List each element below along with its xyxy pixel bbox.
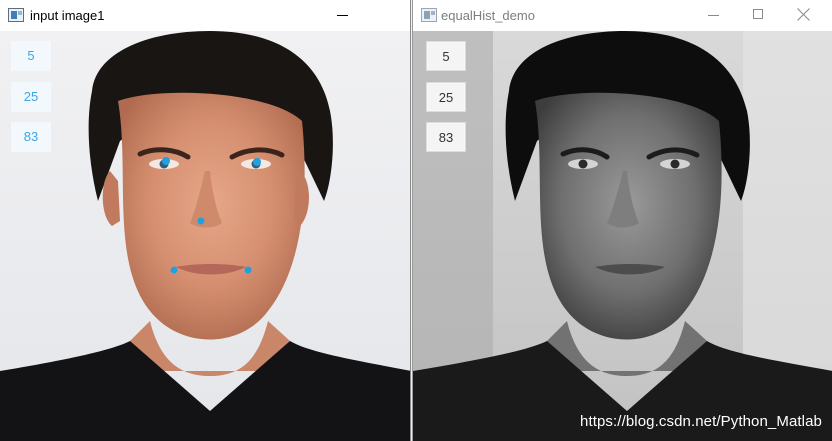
value-box: 5 bbox=[426, 41, 466, 71]
face-photo bbox=[0, 31, 410, 441]
maximize-button[interactable] bbox=[735, 0, 781, 31]
close-icon bbox=[797, 8, 810, 21]
value-box: 25 bbox=[426, 82, 466, 112]
maximize-icon bbox=[753, 9, 763, 19]
value-box: 5 bbox=[11, 41, 51, 71]
minimize-button[interactable] bbox=[691, 0, 737, 31]
minimize-icon bbox=[708, 15, 719, 16]
value-box: 25 bbox=[11, 82, 51, 112]
value-box: 83 bbox=[11, 122, 51, 152]
close-button[interactable] bbox=[780, 0, 826, 31]
equalized-face-photo bbox=[413, 31, 832, 441]
image-canvas: 5 25 83 bbox=[413, 31, 832, 441]
titlebar[interactable]: input image1 bbox=[0, 0, 410, 31]
desktop: input image1 5 25 83 equalHist_demo 5 25… bbox=[0, 0, 832, 441]
window-app-icon[interactable] bbox=[421, 8, 437, 22]
input-image-window[interactable]: input image1 5 25 83 bbox=[0, 0, 411, 441]
image-canvas: 5 25 83 bbox=[0, 31, 410, 441]
titlebar[interactable]: equalHist_demo bbox=[413, 0, 832, 31]
window-title: equalHist_demo bbox=[441, 8, 535, 23]
close-button[interactable] bbox=[320, 0, 366, 31]
watermark: https://blog.csdn.net/Python_Matlab bbox=[580, 413, 822, 430]
value-box: 83 bbox=[426, 122, 466, 152]
window-title: input image1 bbox=[30, 8, 105, 23]
equalhist-window[interactable]: equalHist_demo 5 25 83 bbox=[412, 0, 832, 441]
window-app-icon[interactable] bbox=[8, 8, 24, 22]
